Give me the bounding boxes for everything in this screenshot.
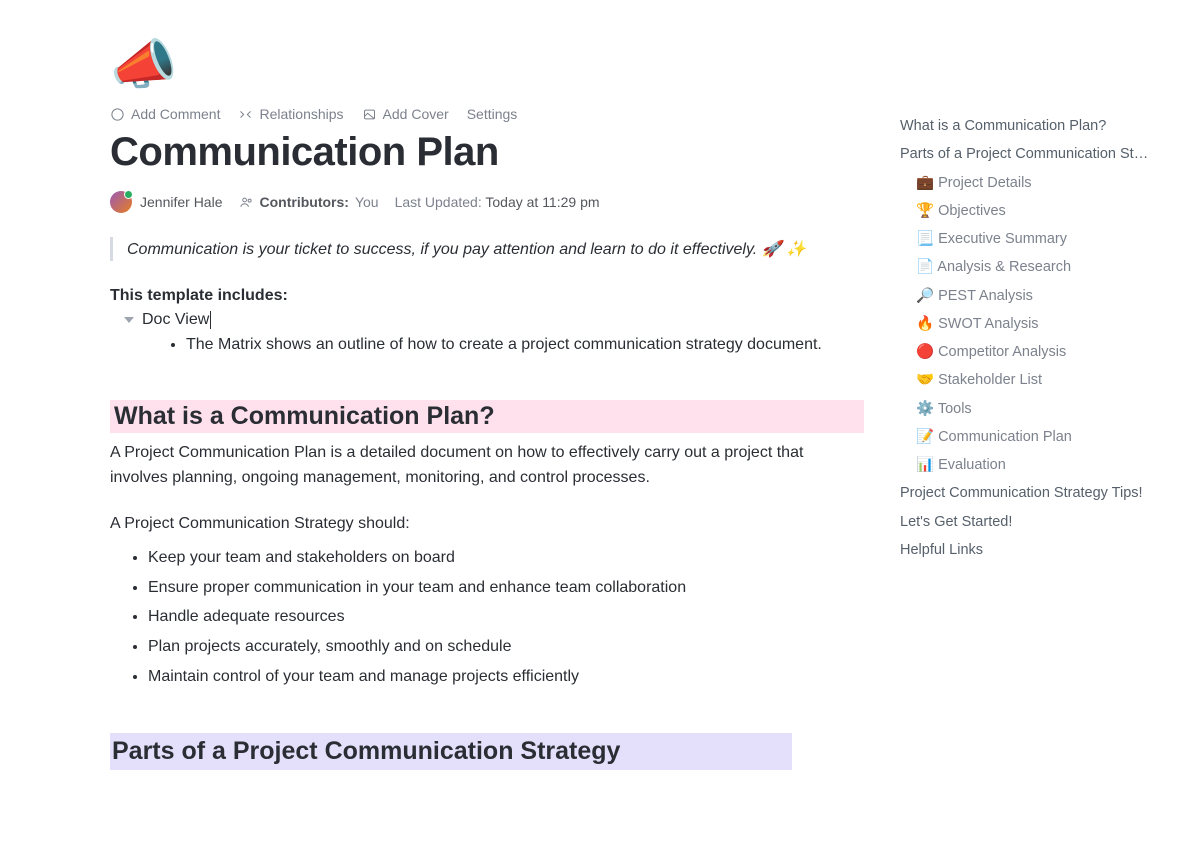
intro-paragraph[interactable]: A Project Communication Plan is a detail… [110, 441, 850, 491]
caret-down-icon [124, 317, 134, 323]
outline-subitem[interactable]: 📊 Evaluation [900, 451, 1180, 479]
last-updated: Last Updated: Today at 11:29 pm [395, 194, 600, 210]
outline-item[interactable]: Project Communication Strategy Tips! [900, 479, 1160, 507]
list-item[interactable]: Ensure proper communication in your team… [148, 573, 870, 603]
outline-subitem[interactable]: 📄 Analysis & Research [900, 253, 1180, 281]
add-cover-button[interactable]: Add Cover [362, 106, 449, 122]
outline-subitem[interactable]: 🔎 PEST Analysis [900, 282, 1180, 310]
list-item[interactable]: Plan projects accurately, smoothly and o… [148, 632, 870, 662]
page-title[interactable]: Communication Plan [110, 130, 870, 175]
owner-name: Jennifer Hale [140, 194, 223, 210]
contributors-value: You [355, 194, 379, 210]
toggle-doc-view[interactable]: Doc View [110, 311, 870, 329]
contributors[interactable]: Contributors: You [239, 194, 379, 210]
main-content: 📣 Add Comment Relationships Add Cover Se… [0, 28, 870, 770]
page-meta: Jennifer Hale Contributors: You Last Upd… [110, 191, 870, 213]
avatar [110, 191, 132, 213]
list-item[interactable]: The Matrix shows an outline of how to cr… [186, 333, 870, 358]
outline-item[interactable]: Helpful Links [900, 536, 1160, 564]
people-icon [239, 195, 254, 210]
toggle-content-list: The Matrix shows an outline of how to cr… [110, 333, 870, 358]
outline-item[interactable]: What is a Communication Plan? [900, 112, 1160, 140]
heading-what-is[interactable]: What is a Communication Plan? [110, 400, 864, 433]
list-item[interactable]: Handle adequate resources [148, 602, 870, 632]
owner-chip[interactable]: Jennifer Hale [110, 191, 223, 213]
outline-subitem[interactable]: 🔴 Competitor Analysis [900, 338, 1180, 366]
heading-text: What is a Communication Plan? [112, 398, 501, 434]
relationships-button[interactable]: Relationships [238, 106, 343, 122]
outline-item[interactable]: Let's Get Started! [900, 508, 1160, 536]
outline-subitem[interactable]: 📝 Communication Plan [900, 423, 1180, 451]
cover-icon [362, 107, 377, 122]
page-toolbar: Add Comment Relationships Add Cover Sett… [110, 106, 870, 122]
list-item[interactable]: Keep your team and stakeholders on board [148, 543, 870, 573]
outline-subitem[interactable]: 📃 Executive Summary [900, 225, 1180, 253]
page-outline: What is a Communication Plan? Parts of a… [900, 112, 1180, 564]
relationships-icon [238, 107, 253, 122]
updated-label: Last Updated: [395, 194, 482, 210]
list-item[interactable]: Maintain control of your team and manage… [148, 662, 870, 692]
toggle-label: Doc View [142, 311, 211, 329]
comment-icon [110, 107, 125, 122]
outline-subitem[interactable]: 🏆 Objectives [900, 197, 1180, 225]
add-cover-label: Add Cover [383, 106, 449, 122]
outline-subitem[interactable]: 🤝 Stakeholder List [900, 366, 1180, 394]
add-comment-button[interactable]: Add Comment [110, 106, 220, 122]
outline-item[interactable]: Parts of a Project Communication St… [900, 140, 1160, 168]
updated-value: Today at 11:29 pm [485, 194, 599, 210]
outline-subitem[interactable]: ⚙️ Tools [900, 395, 1180, 423]
settings-label: Settings [467, 106, 518, 122]
contributors-label: Contributors: [260, 194, 349, 210]
should-label[interactable]: A Project Communication Strategy should: [110, 512, 850, 537]
relationships-label: Relationships [259, 106, 343, 122]
heading-parts[interactable]: Parts of a Project Communication Strateg… [110, 733, 792, 770]
outline-subitem[interactable]: 💼 Project Details [900, 169, 1180, 197]
template-includes-heading[interactable]: This template includes: [110, 287, 870, 305]
outline-subitem[interactable]: 🔥 SWOT Analysis [900, 310, 1180, 338]
page-icon[interactable]: 📣 [110, 38, 870, 92]
add-comment-label: Add Comment [131, 106, 220, 122]
strategy-should-list: Keep your team and stakeholders on board… [110, 543, 870, 691]
quote-block[interactable]: Communication is your ticket to success,… [110, 237, 870, 261]
settings-button[interactable]: Settings [467, 106, 518, 122]
